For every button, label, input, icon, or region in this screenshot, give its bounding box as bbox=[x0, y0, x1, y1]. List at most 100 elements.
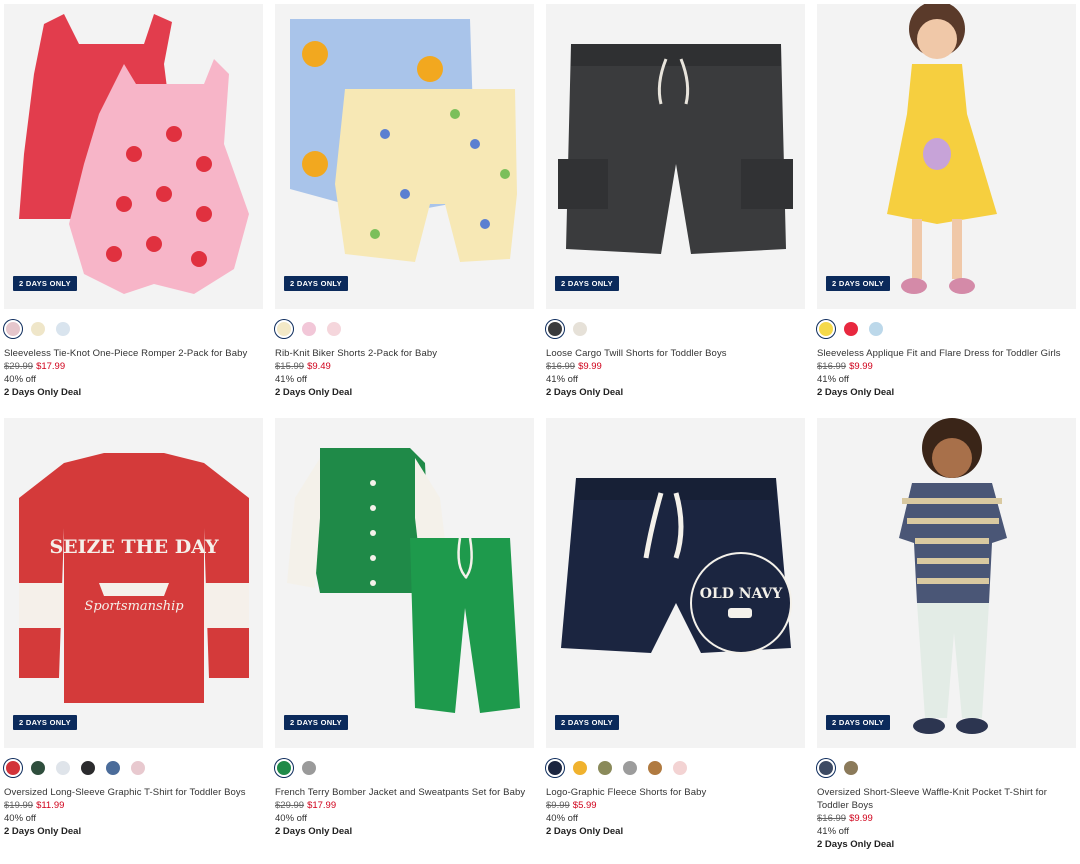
color-swatch[interactable] bbox=[302, 322, 316, 336]
color-swatch[interactable] bbox=[56, 322, 70, 336]
deal-label: 2 Days Only Deal bbox=[275, 387, 353, 398]
product-card[interactable]: SEIZE THE DAY Sportsmanship 2 DAYS ONLY … bbox=[4, 418, 263, 838]
color-swatch[interactable] bbox=[106, 761, 120, 775]
deal-label: 2 Days Only Deal bbox=[4, 826, 82, 837]
product-card[interactable]: 2 DAYS ONLY Loose Cargo Twill Shorts for… bbox=[546, 4, 805, 399]
deal-label: 2 Days Only Deal bbox=[275, 826, 353, 837]
sale-price: $9.49 bbox=[307, 361, 331, 372]
sale-price: $17.99 bbox=[36, 361, 66, 372]
price-row: $16.99 $9.99 bbox=[546, 360, 805, 373]
product-image[interactable]: SEIZE THE DAY Sportsmanship 2 DAYS ONLY bbox=[4, 418, 263, 748]
color-swatches bbox=[275, 320, 534, 338]
deal-badge: 2 DAYS ONLY bbox=[284, 715, 348, 730]
color-swatch[interactable] bbox=[548, 761, 562, 775]
deal-badge: 2 DAYS ONLY bbox=[13, 715, 77, 730]
product-card[interactable]: 2 DAYS ONLY French Terry Bomber Jacket a… bbox=[275, 418, 534, 838]
color-swatches bbox=[817, 320, 1076, 338]
discount-label: 40% off bbox=[4, 374, 37, 385]
product-title[interactable]: Oversized Short-Sleeve Waffle-Knit Pocke… bbox=[817, 786, 1076, 812]
price-row: $15.99 $9.49 bbox=[275, 360, 534, 373]
price-row: $19.99 $11.99 bbox=[4, 799, 263, 812]
color-swatch[interactable] bbox=[648, 761, 662, 775]
color-swatches bbox=[546, 759, 805, 777]
color-swatch[interactable] bbox=[6, 761, 20, 775]
color-swatch[interactable] bbox=[573, 761, 587, 775]
product-card[interactable]: OLD NAVY 2 DAYS ONLY Logo-Graphic Fleece… bbox=[546, 418, 805, 838]
color-swatches bbox=[4, 320, 263, 338]
sale-price: $9.99 bbox=[849, 361, 873, 372]
color-swatch[interactable] bbox=[131, 761, 145, 775]
deal-badge: 2 DAYS ONLY bbox=[826, 715, 890, 730]
sale-price: $17.99 bbox=[307, 800, 337, 811]
color-swatch[interactable] bbox=[31, 761, 45, 775]
original-price: $16.99 bbox=[817, 361, 847, 372]
color-swatches bbox=[817, 759, 1076, 777]
color-swatches bbox=[275, 759, 534, 777]
sale-price: $11.99 bbox=[36, 800, 65, 811]
color-swatch[interactable] bbox=[6, 322, 20, 336]
deal-label: 2 Days Only Deal bbox=[4, 387, 82, 398]
svg-text:OLD NAVY: OLD NAVY bbox=[700, 586, 784, 602]
color-swatch[interactable] bbox=[623, 761, 637, 775]
product-title[interactable]: Loose Cargo Twill Shorts for Toddler Boy… bbox=[546, 347, 805, 360]
price-row: $16.99 $9.99 bbox=[817, 812, 1076, 825]
color-swatch[interactable] bbox=[81, 761, 95, 775]
price-row: $16.99 $9.99 bbox=[817, 360, 1076, 373]
color-swatch[interactable] bbox=[673, 761, 687, 775]
product-title[interactable]: Oversized Long-Sleeve Graphic T-Shirt fo… bbox=[4, 786, 263, 799]
color-swatches bbox=[4, 759, 263, 777]
color-swatch[interactable] bbox=[327, 322, 341, 336]
price-row: $9.99 $5.99 bbox=[546, 799, 805, 812]
product-title[interactable]: Sleeveless Applique Fit and Flare Dress … bbox=[817, 347, 1076, 360]
product-image[interactable]: 2 DAYS ONLY bbox=[275, 4, 534, 309]
color-swatch[interactable] bbox=[869, 322, 883, 336]
color-swatch[interactable] bbox=[819, 322, 833, 336]
color-swatch[interactable] bbox=[573, 322, 587, 336]
color-swatch[interactable] bbox=[844, 322, 858, 336]
deal-label: 2 Days Only Deal bbox=[546, 387, 624, 398]
color-swatch[interactable] bbox=[548, 322, 562, 336]
price-row: $29.99 $17.99 bbox=[4, 360, 263, 373]
color-swatches bbox=[546, 320, 805, 338]
deal-badge: 2 DAYS ONLY bbox=[555, 276, 619, 291]
fleece-shorts-illustration: OLD NAVY bbox=[546, 418, 805, 748]
color-swatch[interactable] bbox=[598, 761, 612, 775]
color-swatch[interactable] bbox=[56, 761, 70, 775]
product-title[interactable]: French Terry Bomber Jacket and Sweatpant… bbox=[275, 786, 534, 799]
product-image[interactable]: OLD NAVY 2 DAYS ONLY bbox=[546, 418, 805, 748]
yellow-dress-illustration bbox=[817, 4, 1076, 309]
product-image[interactable]: 2 DAYS ONLY bbox=[546, 4, 805, 309]
deal-label: 2 Days Only Deal bbox=[817, 839, 895, 850]
deal-badge: 2 DAYS ONLY bbox=[555, 715, 619, 730]
color-swatch[interactable] bbox=[302, 761, 316, 775]
product-card[interactable]: 2 DAYS ONLY Sleeveless Tie-Knot One-Piec… bbox=[4, 4, 263, 399]
product-title[interactable]: Logo-Graphic Fleece Shorts for Baby bbox=[546, 786, 805, 799]
deal-label: 2 Days Only Deal bbox=[546, 826, 624, 837]
original-price: $29.99 bbox=[4, 361, 34, 372]
svg-text:Sportsmanship: Sportsmanship bbox=[84, 599, 184, 614]
product-image[interactable]: 2 DAYS ONLY bbox=[275, 418, 534, 748]
color-swatch[interactable] bbox=[277, 761, 291, 775]
deal-label: 2 Days Only Deal bbox=[817, 387, 895, 398]
original-price: $16.99 bbox=[817, 813, 847, 824]
product-image[interactable]: 2 DAYS ONLY bbox=[4, 4, 263, 309]
color-swatch[interactable] bbox=[31, 322, 45, 336]
product-title[interactable]: Rib-Knit Biker Shorts 2-Pack for Baby bbox=[275, 347, 534, 360]
color-swatch[interactable] bbox=[819, 761, 833, 775]
product-card[interactable]: 2 DAYS ONLY Rib-Knit Biker Shorts 2-Pack… bbox=[275, 4, 534, 399]
discount-label: 41% off bbox=[546, 374, 579, 385]
product-image[interactable]: 2 DAYS ONLY bbox=[817, 418, 1076, 748]
color-swatch[interactable] bbox=[844, 761, 858, 775]
discount-label: 40% off bbox=[4, 813, 37, 824]
price-row: $29.99 $17.99 bbox=[275, 799, 534, 812]
sale-price: $5.99 bbox=[572, 800, 597, 811]
deal-badge: 2 DAYS ONLY bbox=[284, 276, 348, 291]
graphic-tee-illustration: SEIZE THE DAY Sportsmanship bbox=[4, 418, 263, 748]
deal-badge: 2 DAYS ONLY bbox=[826, 276, 890, 291]
product-card[interactable]: 2 DAYS ONLY Oversized Short-Sleeve Waffl… bbox=[817, 418, 1076, 851]
original-price: $19.99 bbox=[4, 800, 34, 811]
product-card[interactable]: 2 DAYS ONLY Sleeveless Applique Fit and … bbox=[817, 4, 1076, 399]
product-image[interactable]: 2 DAYS ONLY bbox=[817, 4, 1076, 309]
color-swatch[interactable] bbox=[277, 322, 291, 336]
product-title[interactable]: Sleeveless Tie-Knot One-Piece Romper 2-P… bbox=[4, 347, 263, 360]
